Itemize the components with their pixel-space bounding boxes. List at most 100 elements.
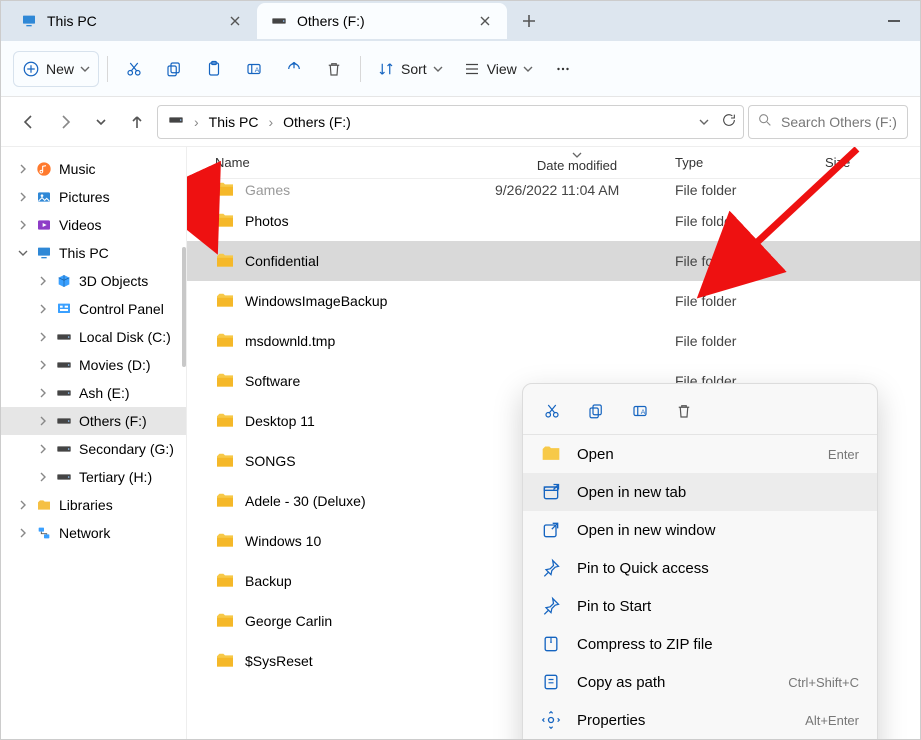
file-name: Backup xyxy=(245,573,292,589)
main-pane: Name Date modified Type Size Games9/26/2… xyxy=(187,147,920,739)
copy-icon[interactable] xyxy=(585,400,607,422)
sidebar-item-others-f-[interactable]: Others (F:) xyxy=(1,407,186,435)
sidebar-item-label: Secondary (G:) xyxy=(79,441,174,457)
share-button[interactable] xyxy=(276,51,312,87)
toolbar: New A Sort View xyxy=(1,41,920,97)
zip-icon xyxy=(541,634,561,654)
context-item-compress-to-zip-file[interactable]: Compress to ZIP file xyxy=(523,625,877,663)
file-type: File folder xyxy=(667,213,817,229)
context-item-open-in-new-tab[interactable]: Open in new tab xyxy=(523,473,877,511)
search-input[interactable]: Search Others (F:) xyxy=(748,105,908,139)
sidebar-item-control-panel[interactable]: Control Panel xyxy=(1,295,186,323)
context-item-pin-to-quick-access[interactable]: Pin to Quick access xyxy=(523,549,877,587)
rename-button[interactable]: A xyxy=(236,51,272,87)
context-item-label: Open xyxy=(577,446,614,463)
caret-icon xyxy=(37,332,49,342)
file-row[interactable]: WindowsImageBackupFile folder xyxy=(187,281,920,321)
header-date[interactable]: Date modified xyxy=(487,152,667,173)
sidebar-item-videos[interactable]: Videos xyxy=(1,211,186,239)
address-bar[interactable]: › This PC › Others (F:) xyxy=(157,105,744,139)
window-minimize-button[interactable] xyxy=(874,7,914,35)
pin-icon xyxy=(541,596,561,616)
sidebar-item-music[interactable]: Music xyxy=(1,155,186,183)
sidebar-item-pictures[interactable]: Pictures xyxy=(1,183,186,211)
delete-button[interactable] xyxy=(316,51,352,87)
copy-button[interactable] xyxy=(156,51,192,87)
sidebar-item-local-disk-c-[interactable]: Local Disk (C:) xyxy=(1,323,186,351)
cut-icon[interactable] xyxy=(541,400,563,422)
chevron-down-icon[interactable] xyxy=(699,114,709,130)
drive-icon xyxy=(55,468,73,486)
drive-icon xyxy=(55,328,73,346)
drive-icon xyxy=(271,13,287,29)
sidebar-item-label: Network xyxy=(59,525,110,541)
close-icon[interactable] xyxy=(227,13,243,29)
close-icon[interactable] xyxy=(477,13,493,29)
chevron-right-icon: › xyxy=(194,114,199,130)
rename-icon[interactable]: A xyxy=(629,400,651,422)
context-item-pin-to-start[interactable]: Pin to Start xyxy=(523,587,877,625)
history-dropdown[interactable] xyxy=(85,106,117,138)
context-item-properties[interactable]: PropertiesAlt+Enter xyxy=(523,701,877,739)
context-item-open[interactable]: Open Enter xyxy=(523,435,877,473)
forward-button[interactable] xyxy=(49,106,81,138)
file-row[interactable]: msdownld.tmpFile folder xyxy=(187,321,920,361)
drive-icon xyxy=(55,384,73,402)
sidebar-item-label: Local Disk (C:) xyxy=(79,329,171,345)
breadcrumb-root[interactable]: This PC xyxy=(209,114,259,130)
sidebar-item-secondary-g-[interactable]: Secondary (G:) xyxy=(1,435,186,463)
back-button[interactable] xyxy=(13,106,45,138)
sidebar-item-network[interactable]: Network xyxy=(1,519,186,547)
context-item-open-in-new-window[interactable]: Open in new window xyxy=(523,511,877,549)
header-type[interactable]: Type xyxy=(667,155,817,170)
sidebar-item-label: Control Panel xyxy=(79,301,164,317)
keyboard-shortcut: Enter xyxy=(828,447,859,462)
sidebar-item-tertiary-h-[interactable]: Tertiary (H:) xyxy=(1,463,186,491)
header-size[interactable]: Size xyxy=(817,155,920,170)
sort-button[interactable]: Sort xyxy=(369,51,451,87)
sidebar-item-libraries[interactable]: Libraries xyxy=(1,491,186,519)
tab-label: This PC xyxy=(47,13,97,29)
new-tab-button[interactable] xyxy=(513,5,545,37)
up-button[interactable] xyxy=(121,106,153,138)
toolbar-separator xyxy=(360,56,361,82)
sidebar-item-movies-d-[interactable]: Movies (D:) xyxy=(1,351,186,379)
music-icon xyxy=(35,160,53,178)
scrollbar-thumb[interactable] xyxy=(182,247,186,367)
tab-others-f[interactable]: Others (F:) xyxy=(257,3,507,39)
cut-button[interactable] xyxy=(116,51,152,87)
folder-yellow-icon xyxy=(541,444,561,464)
tab-this-pc[interactable]: This PC xyxy=(7,3,257,39)
delete-icon[interactable] xyxy=(673,400,695,422)
new-button[interactable]: New xyxy=(13,51,99,87)
sidebar-item-this-pc[interactable]: This PC xyxy=(1,239,186,267)
more-button[interactable] xyxy=(545,51,581,87)
sidebar-item-ash-e-[interactable]: Ash (E:) xyxy=(1,379,186,407)
search-icon xyxy=(757,112,773,131)
sidebar-item-label: Libraries xyxy=(59,497,113,513)
search-placeholder: Search Others (F:) xyxy=(781,114,897,130)
header-name[interactable]: Name xyxy=(187,155,487,170)
file-row[interactable]: PhotosFile folder xyxy=(187,201,920,241)
sidebar-item-label: Ash (E:) xyxy=(79,385,130,401)
new-button-label: New xyxy=(46,61,74,77)
view-button[interactable]: View xyxy=(455,51,541,87)
sidebar-item-label: Tertiary (H:) xyxy=(79,469,152,485)
file-name: Software xyxy=(245,373,300,389)
breadcrumb-leaf[interactable]: Others (F:) xyxy=(283,114,351,130)
sidebar: MusicPicturesVideosThis PC3D Objects Cont… xyxy=(1,147,187,739)
context-icon-row: A xyxy=(523,388,877,435)
tab-label: Others (F:) xyxy=(297,13,365,29)
sidebar-item-3d-objects[interactable]: 3D Objects xyxy=(1,267,186,295)
file-row[interactable]: ConfidentialFile folder xyxy=(187,241,920,281)
file-name: George Carlin xyxy=(245,613,332,629)
control-panel-icon xyxy=(55,300,73,318)
refresh-button[interactable] xyxy=(721,112,737,131)
file-row[interactable]: Games9/26/2022 11:04 AMFile folder xyxy=(187,179,920,201)
context-item-copy-as-path[interactable]: Copy as pathCtrl+Shift+C xyxy=(523,663,877,701)
videos-icon xyxy=(35,216,53,234)
sidebar-item-label: Movies (D:) xyxy=(79,357,151,373)
caret-icon xyxy=(37,416,49,426)
context-menu: A Open Enter Open in new tabOpen in new wi… xyxy=(522,383,878,739)
paste-button[interactable] xyxy=(196,51,232,87)
